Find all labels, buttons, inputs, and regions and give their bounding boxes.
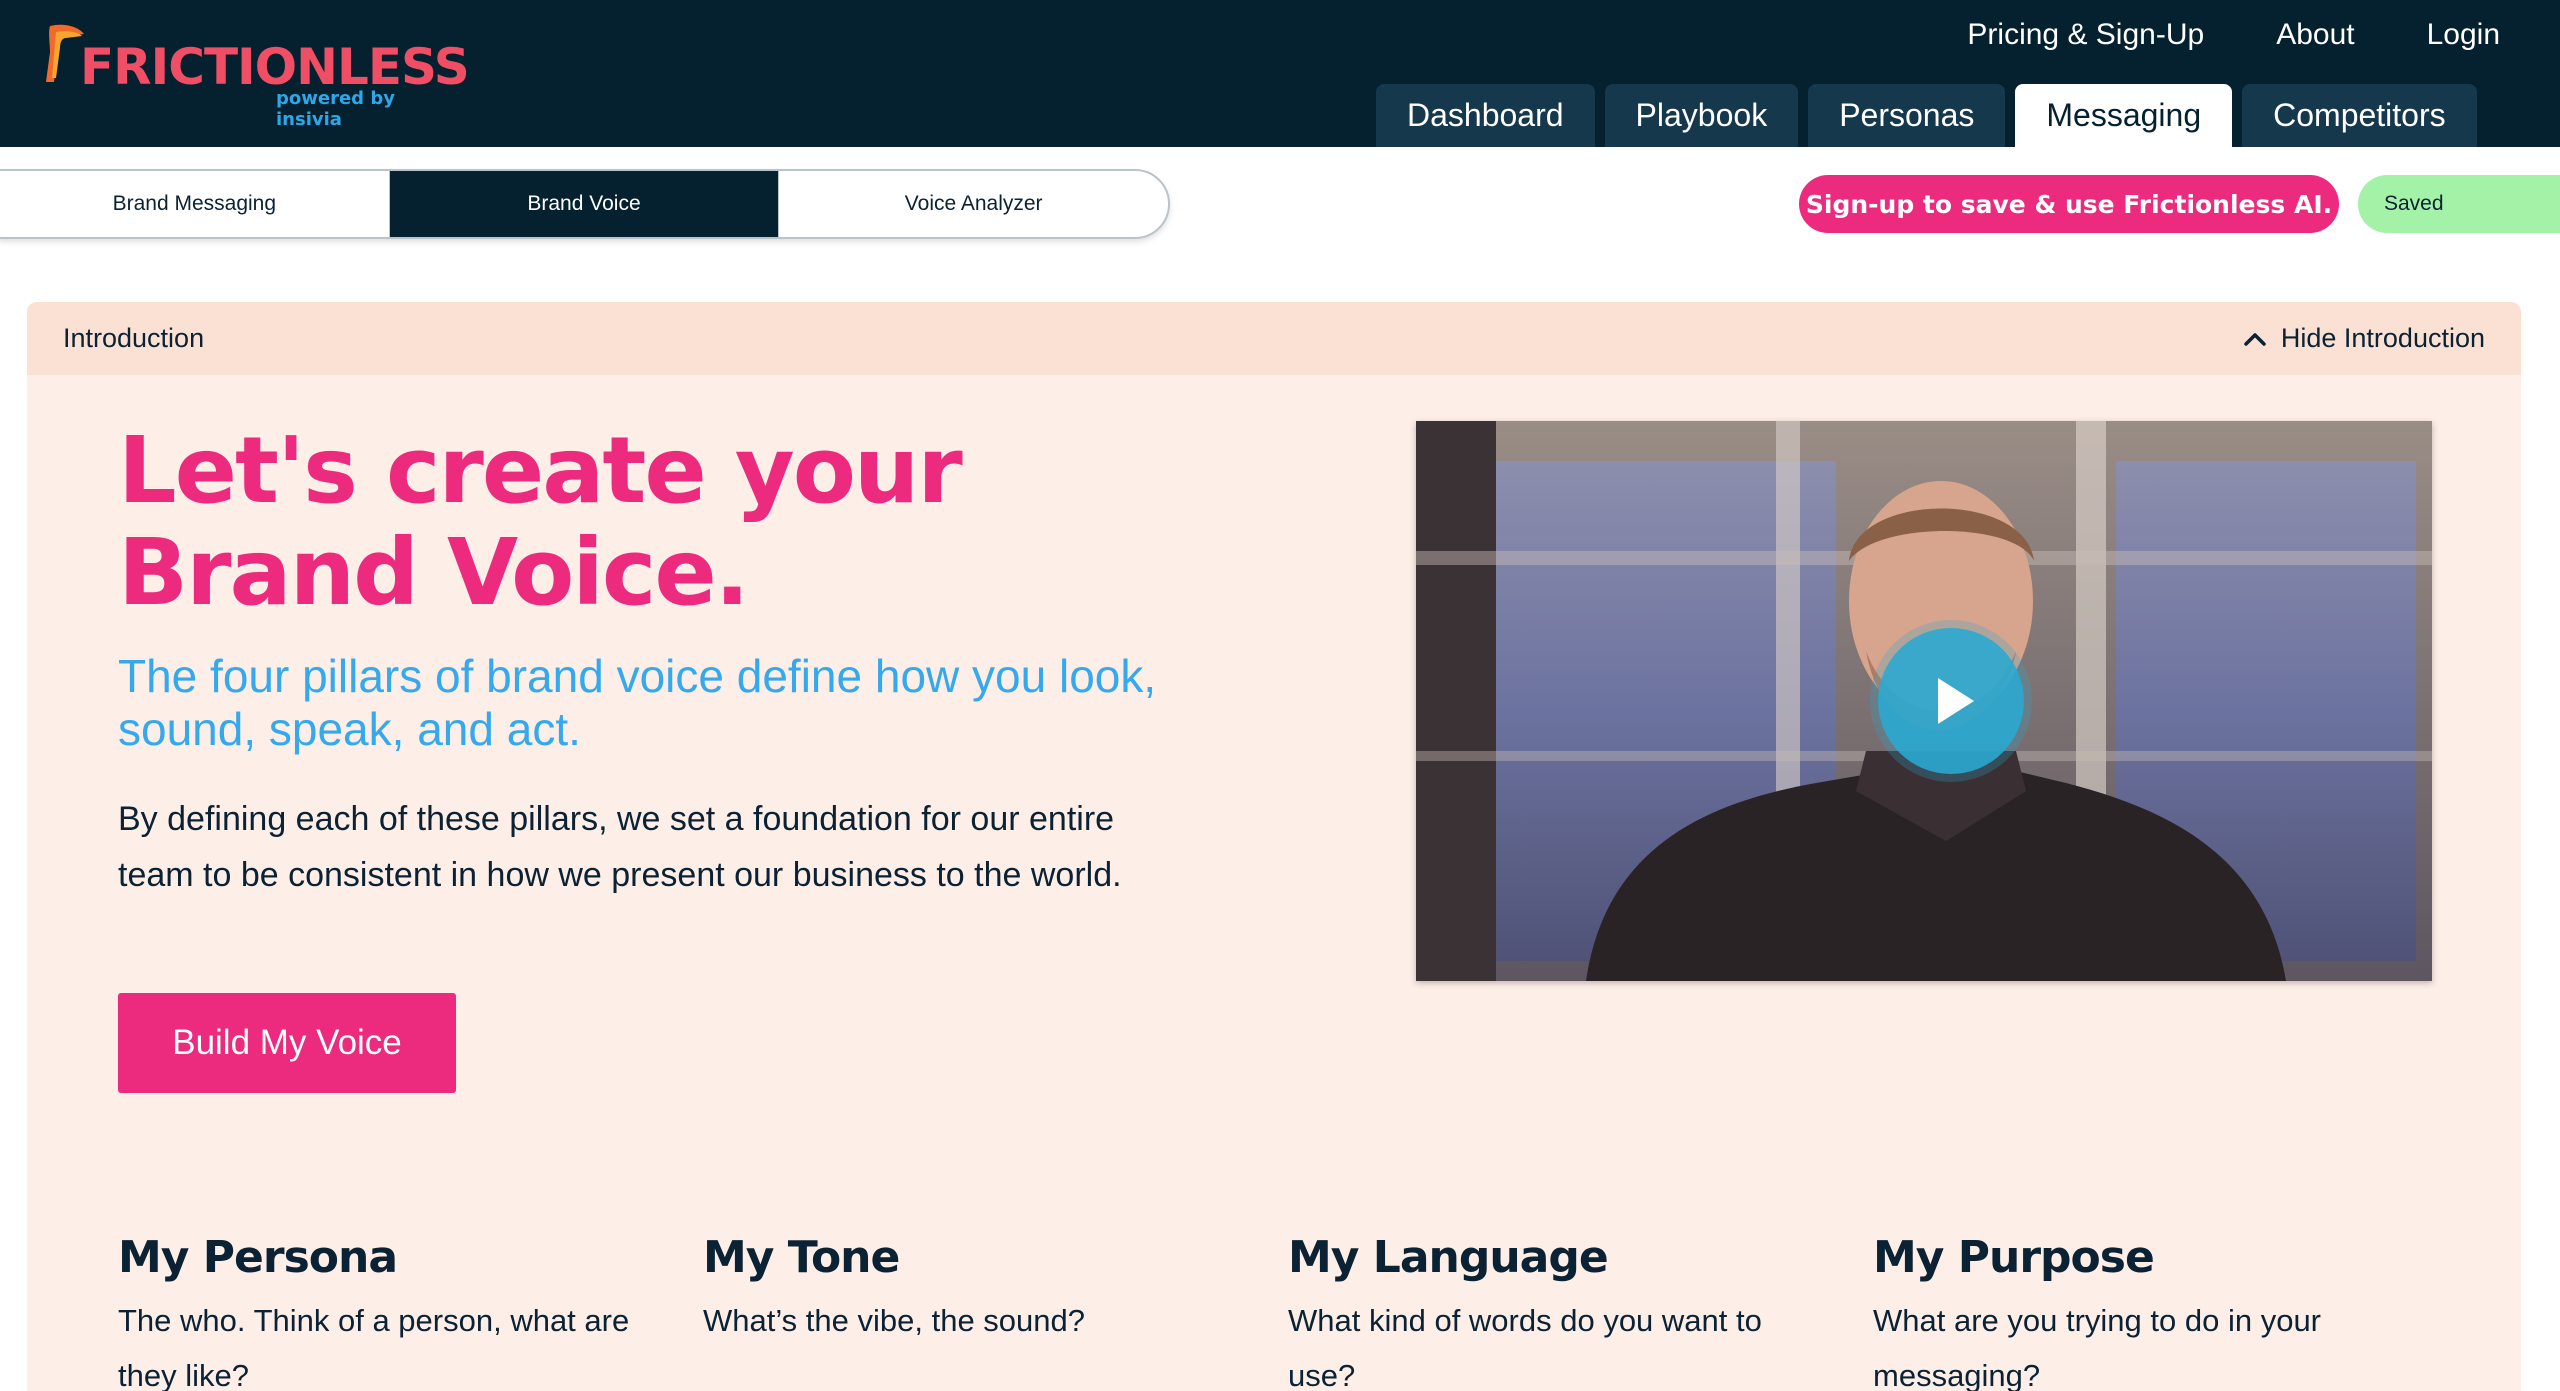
hide-introduction-button[interactable]: Hide Introduction — [2243, 323, 2485, 354]
play-icon — [1938, 678, 1974, 724]
video-play-button[interactable] — [1878, 628, 2024, 774]
introduction-panel: Introduction Hide Introduction Let's cre… — [27, 302, 2521, 1391]
pillar-tone: My Tone What’s the vibe, the sound? — [703, 1232, 1288, 1391]
logo-tagline: powered by insivia — [276, 88, 395, 130]
signup-save-button[interactable]: Sign-up to save & use Frictionless AI. — [1799, 175, 2339, 233]
hide-introduction-label: Hide Introduction — [2280, 323, 2485, 353]
pillar-title: My Language — [1288, 1232, 1609, 1283]
pillar-persona: My Persona The who. Think of a person, w… — [118, 1232, 703, 1391]
pillar-description: What’s the vibe, the sound? — [703, 1303, 1086, 1338]
subnav-voice-analyzer[interactable]: Voice Analyzer — [779, 171, 1168, 237]
login-link[interactable]: Login — [2427, 18, 2500, 52]
tab-messaging[interactable]: Messaging — [2015, 84, 2233, 147]
headline-line-2: Brand Voice. — [118, 519, 750, 626]
tab-dashboard[interactable]: Dashboard — [1376, 84, 1595, 147]
saved-status-badge: Saved — [2358, 175, 2560, 233]
pillar-title: My Persona — [118, 1232, 398, 1283]
main-tabs: Dashboard Playbook Personas Messaging Co… — [1376, 84, 2477, 147]
pricing-signup-link[interactable]: Pricing & Sign-Up — [1967, 18, 2204, 52]
messaging-subnav: Brand Messaging Brand Voice Voice Analyz… — [0, 169, 1170, 239]
page-subheadline: The four pillars of brand voice define h… — [118, 650, 1157, 755]
pillar-description: What kind of words do you want to use? — [1288, 1303, 1762, 1391]
top-links: Pricing & Sign-Up About Login — [1967, 18, 2500, 52]
pillar-language: My Language What kind of words do you wa… — [1288, 1232, 1873, 1391]
introduction-title: Introduction — [63, 323, 205, 353]
subnav-brand-messaging[interactable]: Brand Messaging — [0, 171, 390, 237]
pillar-title: My Purpose — [1873, 1232, 2155, 1283]
about-link[interactable]: About — [2276, 18, 2354, 52]
pillar-description: The who. Think of a person, what are the… — [118, 1303, 630, 1391]
pillar-description: What are you trying to do in your messag… — [1873, 1303, 2322, 1391]
voice-pillars: My Persona The who. Think of a person, w… — [118, 1232, 2458, 1391]
top-navigation-bar: FRICTIONLESS powered by insivia Pricing … — [0, 0, 2560, 147]
frictionless-logo[interactable]: FRICTIONLESS powered by insivia — [44, 22, 470, 130]
subnav-brand-voice[interactable]: Brand Voice — [389, 171, 780, 237]
headline-line-1: Let's create your — [118, 417, 963, 524]
intro-body-text: By defining each of these pillars, we se… — [118, 800, 1122, 894]
build-my-voice-button[interactable]: Build My Voice — [118, 993, 456, 1093]
chevron-up-icon — [2244, 332, 2266, 346]
page-headline: Let's create your Brand Voice. — [118, 420, 1018, 624]
tab-competitors[interactable]: Competitors — [2242, 84, 2477, 147]
tab-playbook[interactable]: Playbook — [1604, 84, 1799, 147]
pillar-title: My Tone — [703, 1232, 900, 1283]
intro-video-player[interactable] — [1416, 421, 2432, 981]
tab-personas[interactable]: Personas — [1808, 84, 2006, 147]
pillar-purpose: My Purpose What are you trying to do in … — [1873, 1232, 2458, 1391]
introduction-header: Introduction Hide Introduction — [27, 302, 2521, 375]
